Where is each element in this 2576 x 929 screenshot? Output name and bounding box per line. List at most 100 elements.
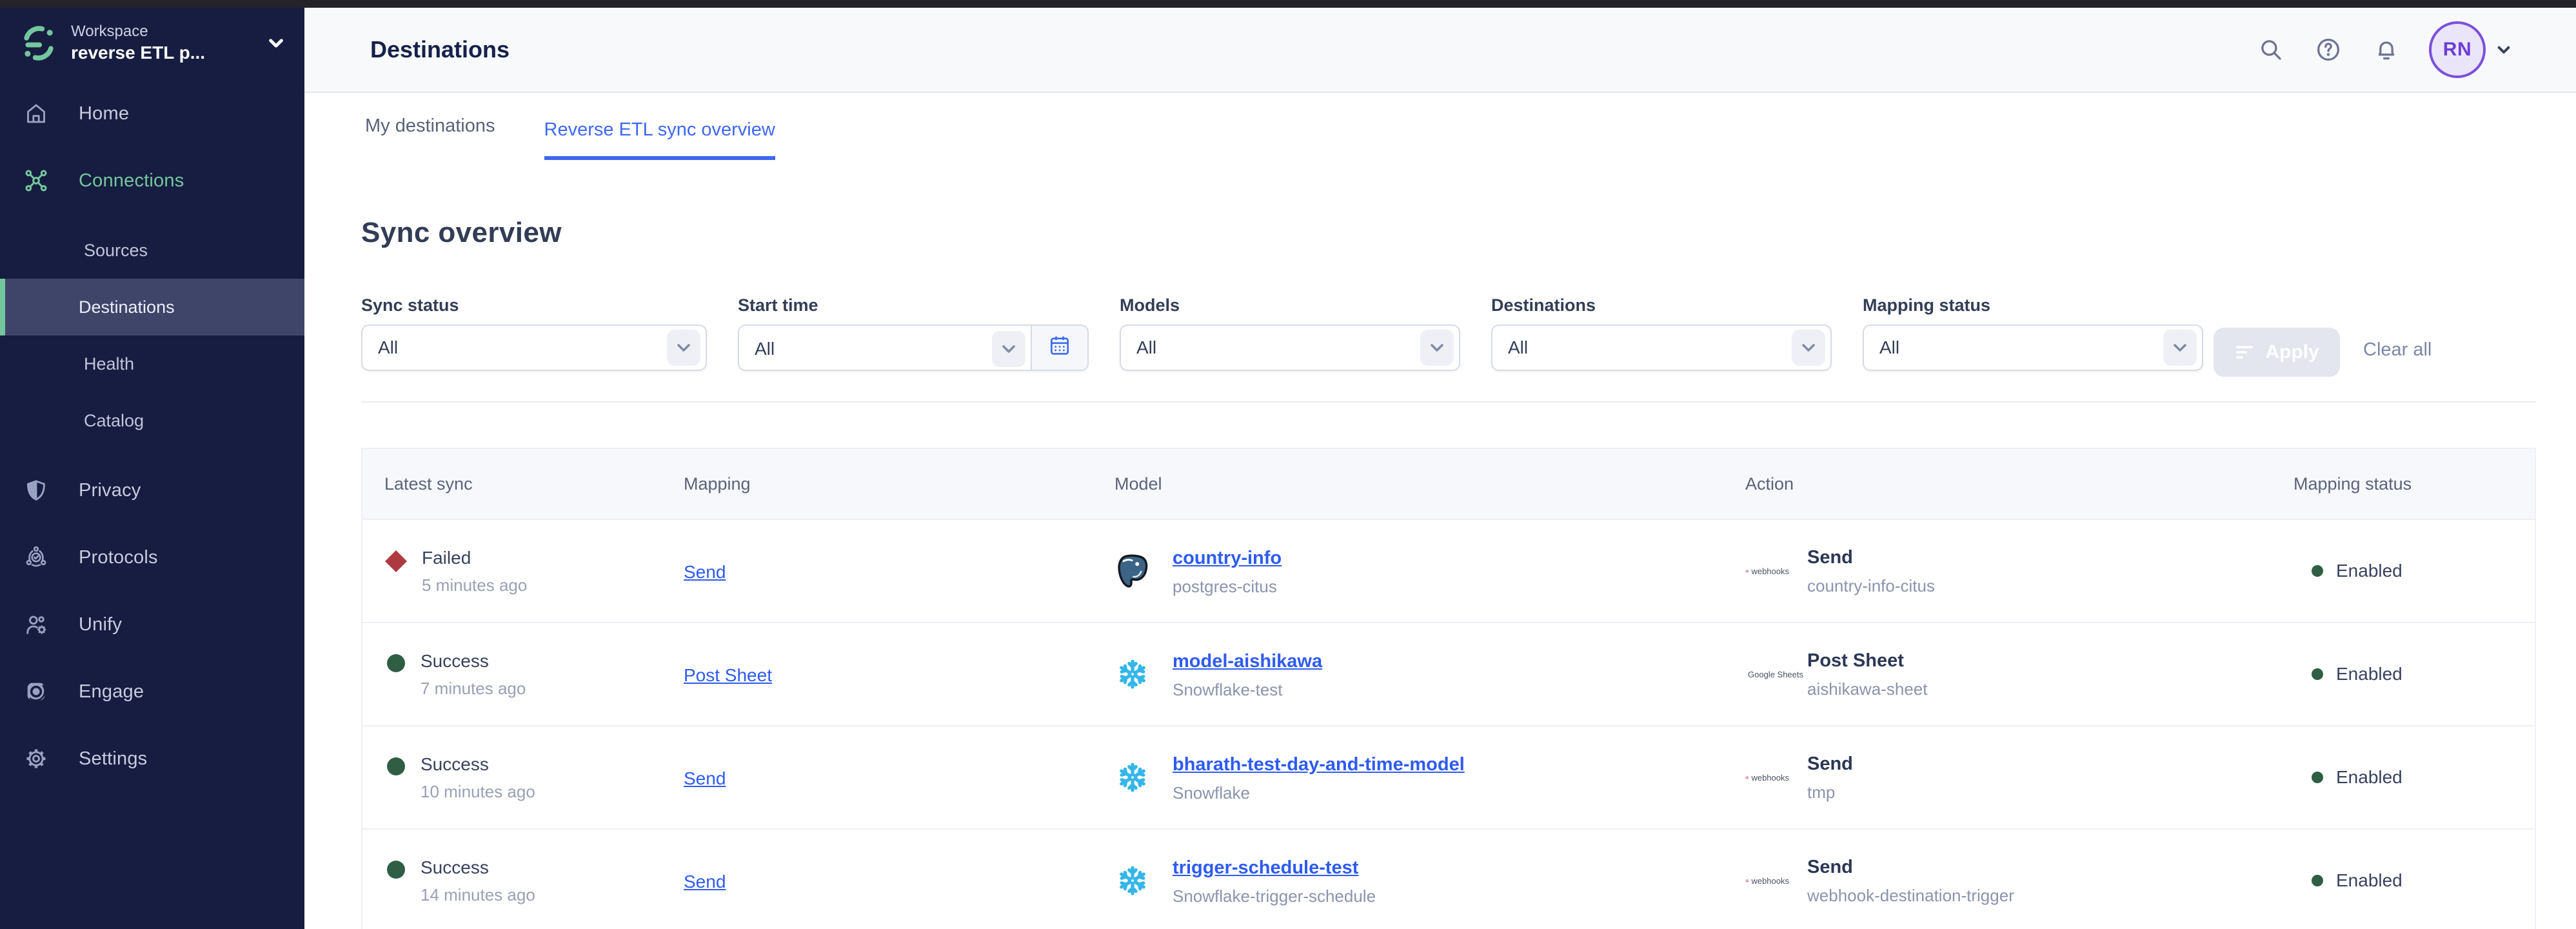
connections-icon — [23, 168, 49, 194]
mapping-status-cell: Enabled — [2294, 561, 2535, 581]
sync-overview-heading: Sync overview — [361, 217, 2536, 249]
mapping-link[interactable]: Send — [684, 872, 726, 892]
chevron-down-icon — [667, 330, 700, 366]
chevron-down-icon — [2163, 330, 2197, 366]
filter-label: Models — [1120, 295, 1460, 315]
action-cell: Google Sheets Post Sheet aishikawa-sheet — [1745, 648, 2294, 700]
snowflake-icon — [1115, 863, 1151, 899]
tab-reverse-etl-sync-overview[interactable]: Reverse ETL sync overview — [544, 119, 775, 160]
sync-overview-table: Latest sync Mapping Model Action Mapping… — [361, 448, 2536, 929]
tab-my-destinations[interactable]: My destinations — [365, 115, 495, 160]
protocols-icon — [23, 544, 49, 570]
avatar[interactable]: RN — [2429, 21, 2486, 78]
sync-time-text: 5 minutes ago — [422, 574, 527, 596]
sidebar-item-home[interactable]: Home — [0, 88, 304, 139]
model-cell: trigger-schedule-test Snowflake-trigger-… — [1115, 855, 1745, 907]
clear-all-link[interactable]: Clear all — [2363, 339, 2432, 361]
select-value: All — [378, 337, 398, 358]
mapping-status-text: Enabled — [2336, 561, 2403, 581]
mapping-status-select[interactable]: All — [1863, 325, 2203, 371]
filters-bar: Sync status All Start time All — [361, 295, 2536, 377]
sidebar-item-label: Protocols — [79, 547, 158, 568]
action-cell: webhooks Send country-info-citus — [1745, 545, 2294, 597]
filter-mapping-status: Mapping status All — [1863, 295, 2203, 371]
sidebar-item-label: Engage — [79, 681, 144, 703]
filter-label: Destinations — [1491, 295, 1832, 315]
sidebar-item-sources[interactable]: Sources — [0, 222, 304, 279]
sidebar-item-privacy[interactable]: Privacy — [0, 464, 304, 516]
mapping-link[interactable]: Send — [684, 562, 726, 582]
user-menu[interactable]: RN — [2429, 21, 2514, 78]
sync-status-text: Success — [421, 752, 535, 777]
sync-time-text: 14 minutes ago — [421, 884, 535, 906]
model-link[interactable]: country-info — [1173, 546, 1282, 570]
select-value: All — [755, 339, 775, 359]
table-row: Failed 5 minutes ago Send — [362, 519, 2535, 622]
filter-label: Start time — [738, 295, 1089, 315]
sidebar-item-settings[interactable]: Settings — [0, 733, 304, 784]
topbar-icons: RN — [2228, 21, 2514, 78]
action-title: Send — [1807, 545, 1935, 570]
table-row: Success 10 minutes ago Send — [362, 725, 2535, 828]
sync-status-select[interactable]: All — [361, 325, 707, 371]
bell-icon[interactable] — [2372, 35, 2401, 64]
help-icon[interactable] — [2314, 35, 2343, 64]
sidebar-item-label: Home — [79, 103, 129, 125]
model-cell: model-aishikawa Snowflake-test — [1115, 648, 1745, 701]
sub-item-label: Catalog — [84, 411, 144, 431]
page-title: Destinations — [370, 36, 2228, 63]
topbar: Destinations — [304, 8, 2576, 93]
mapping-status-cell: Enabled — [2294, 767, 2535, 788]
model-link[interactable]: model-aishikawa — [1173, 649, 1322, 674]
window-top-strip — [0, 0, 2576, 8]
models-select[interactable]: All — [1120, 325, 1460, 371]
chevron-down-icon — [992, 331, 1025, 367]
col-header-latest-sync: Latest sync — [384, 474, 684, 494]
model-link[interactable]: trigger-schedule-test — [1173, 855, 1358, 880]
failed-status-icon — [385, 550, 407, 572]
col-header-mapping-status: Mapping status — [2294, 474, 2535, 494]
mapping-status-text: Enabled — [2336, 664, 2403, 684]
sidebar-item-connections[interactable]: Connections — [0, 155, 304, 206]
action-destination-text: webhook-destination-trigger — [1807, 884, 2014, 906]
action-destination-text: country-info-citus — [1807, 575, 1935, 597]
workspace-selector[interactable]: Workspace reverse ETL p... — [0, 8, 304, 76]
action-destination-text: aishikawa-sheet — [1807, 678, 1927, 700]
app-root: Workspace reverse ETL p... Home — [0, 8, 2576, 929]
action-cell: webhooks Send tmp — [1745, 752, 2294, 803]
calendar-button[interactable] — [1031, 326, 1087, 370]
mapping-link[interactable]: Send — [684, 768, 726, 788]
filter-destinations: Destinations All — [1491, 295, 1832, 371]
col-header-mapping: Mapping — [684, 474, 1115, 494]
sync-time-text: 7 minutes ago — [421, 677, 526, 699]
model-link[interactable]: bharath-test-day-and-time-model — [1173, 752, 1465, 777]
model-source-text: Snowflake-trigger-schedule — [1173, 885, 1376, 907]
sidebar-item-destinations[interactable]: Destinations — [0, 279, 304, 335]
destinations-select[interactable]: All — [1491, 325, 1832, 371]
sidebar-item-protocols[interactable]: Protocols — [0, 532, 304, 583]
action-cell: webhooks Send webhook-destination-trigge… — [1745, 855, 2294, 906]
filter-label: Mapping status — [1863, 295, 2203, 315]
action-logo-text: webhooks — [1751, 876, 1789, 886]
enabled-dot-icon — [2312, 772, 2323, 783]
action-title: Send — [1807, 855, 2014, 879]
start-time-select[interactable]: All — [739, 326, 1031, 371]
mapping-link[interactable]: Post Sheet — [684, 665, 772, 685]
latest-sync-cell: Success 14 minutes ago — [384, 855, 684, 906]
sidebar-item-catalog[interactable]: Catalog — [0, 392, 304, 449]
sidebar-item-unify[interactable]: Unify — [0, 599, 304, 650]
sidebar-item-label: Unify — [79, 614, 122, 635]
gear-icon — [23, 746, 49, 772]
user-chevron-down-icon — [2493, 39, 2514, 60]
success-status-icon — [387, 654, 405, 672]
main-area: Destinations — [304, 8, 2576, 929]
action-title: Post Sheet — [1807, 648, 1927, 673]
workspace-chevron-down-icon[interactable] — [263, 30, 289, 56]
sidebar-item-engage[interactable]: Engage — [0, 666, 304, 717]
postgres-icon — [1115, 553, 1151, 589]
apply-button[interactable]: Apply — [2214, 328, 2340, 377]
sidebar-item-health[interactable]: Health — [0, 335, 304, 392]
model-source-text: Snowflake — [1173, 782, 1465, 804]
search-icon[interactable] — [2257, 36, 2284, 63]
chevron-down-icon — [1420, 330, 1454, 366]
